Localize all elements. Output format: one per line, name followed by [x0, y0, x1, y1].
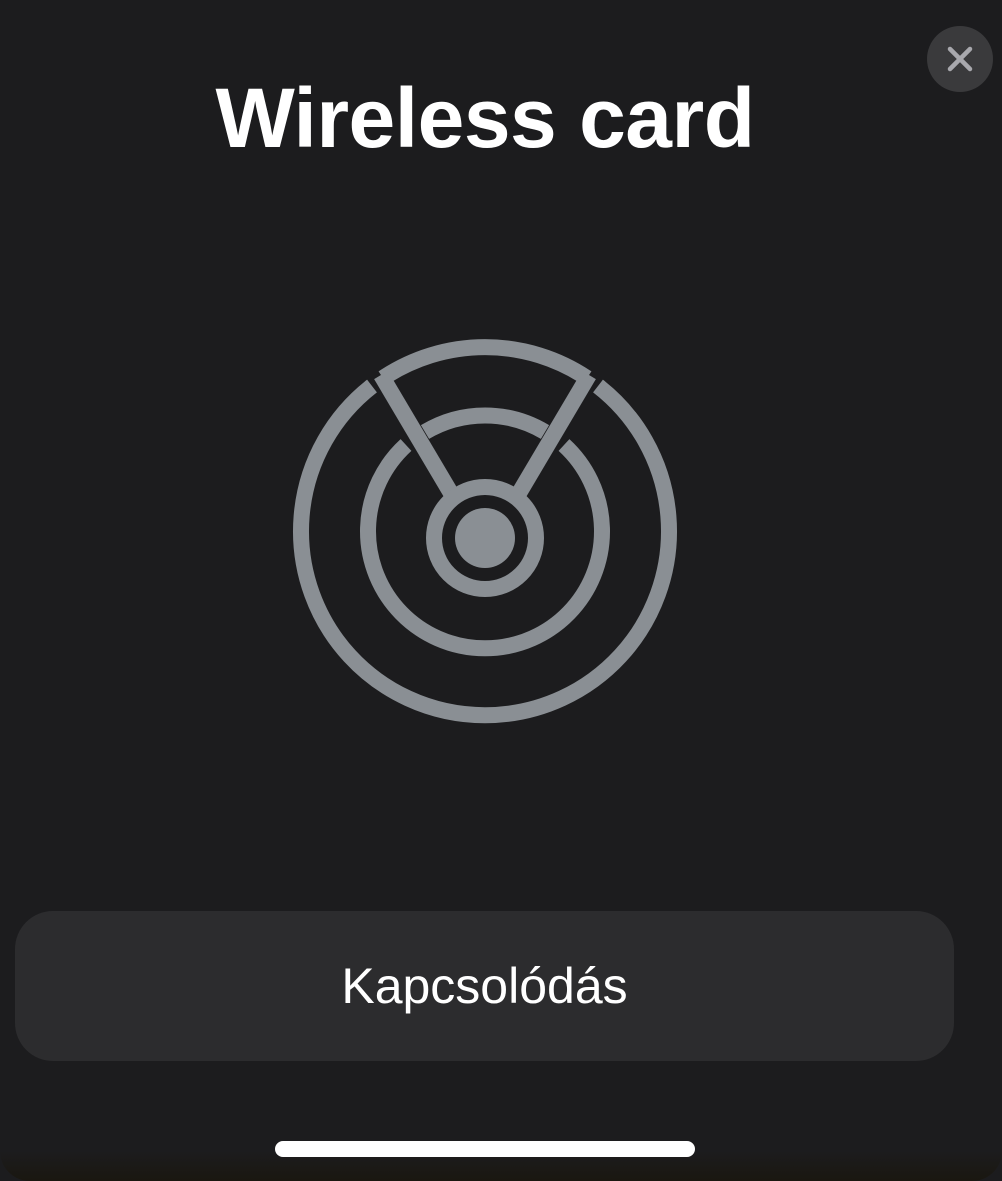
connect-button-label: Kapcsolódás	[341, 958, 628, 1014]
connect-button[interactable]: Kapcsolódás	[15, 911, 954, 1061]
wireless-card-reader-icon	[293, 339, 677, 724]
wireless-card-sheet: Wireless card Kapcsolódás	[0, 0, 1002, 1181]
home-indicator[interactable]	[275, 1141, 695, 1157]
page-title: Wireless card	[215, 71, 755, 165]
